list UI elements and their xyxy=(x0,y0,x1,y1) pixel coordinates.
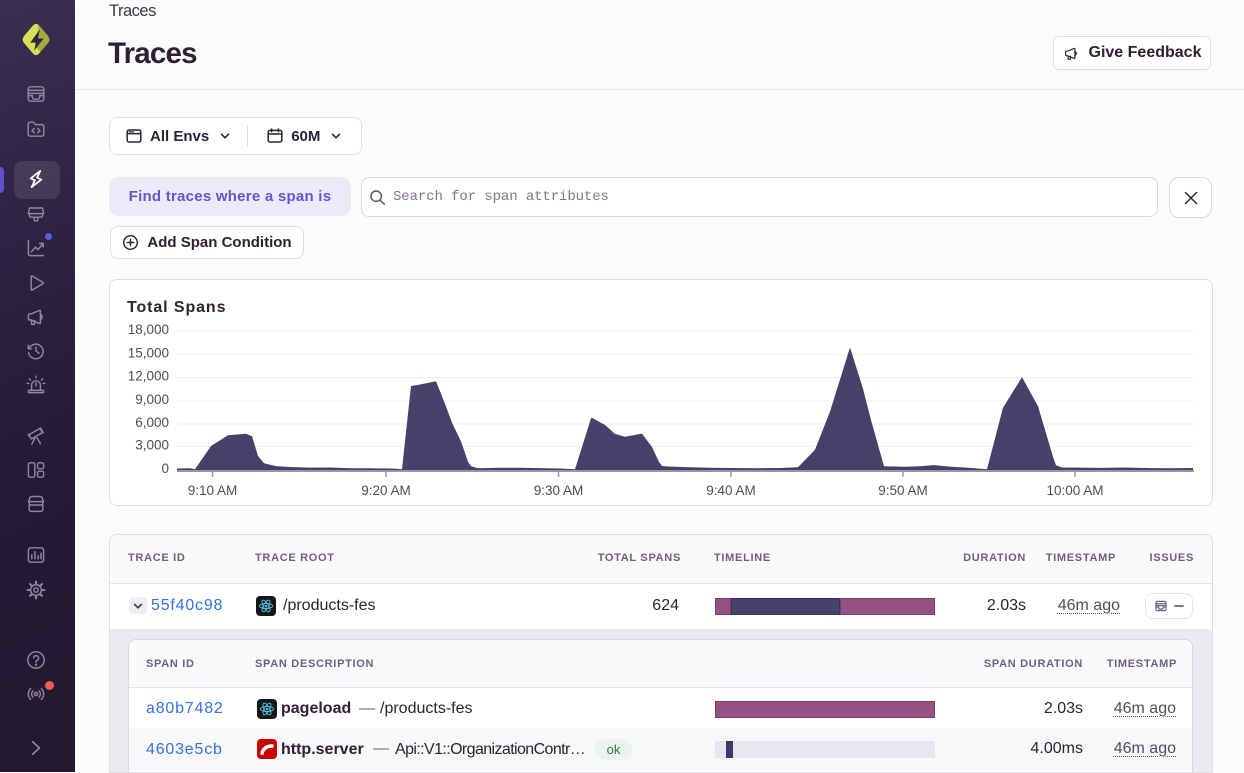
svg-text:9:30 AM: 9:30 AM xyxy=(534,483,584,498)
svg-text:0: 0 xyxy=(161,461,169,476)
svg-text:9:20 AM: 9:20 AM xyxy=(361,483,411,498)
svg-text:10:00 AM: 10:00 AM xyxy=(1046,483,1103,498)
svg-text:12,000: 12,000 xyxy=(128,369,169,384)
svg-text:9,000: 9,000 xyxy=(135,392,169,407)
svg-text:18,000: 18,000 xyxy=(128,322,169,337)
svg-text:3,000: 3,000 xyxy=(135,438,169,453)
svg-text:15,000: 15,000 xyxy=(128,346,169,361)
svg-text:6,000: 6,000 xyxy=(135,415,169,430)
svg-text:9:10 AM: 9:10 AM xyxy=(188,483,238,498)
svg-text:9:40 AM: 9:40 AM xyxy=(706,483,756,498)
svg-text:9:50 AM: 9:50 AM xyxy=(878,483,928,498)
